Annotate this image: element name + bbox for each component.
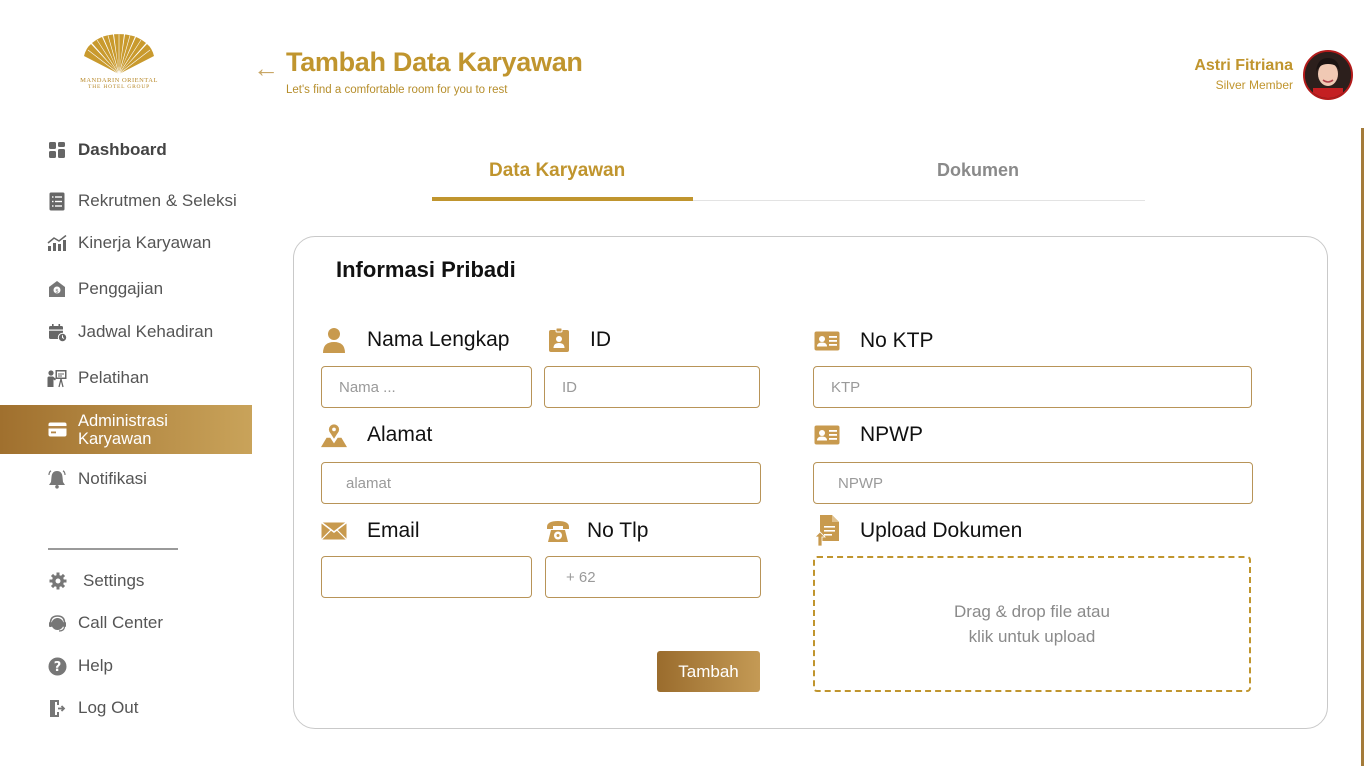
sidebar-item-label: Kinerja Karyawan — [78, 233, 212, 252]
calendar-clock-icon — [47, 322, 67, 342]
sidebar-item-penggajian[interactable]: $ Penggajian — [0, 275, 252, 303]
sidebar-item-jadwal[interactable]: Jadwal Kehadiran — [0, 318, 252, 346]
upload-dropzone[interactable]: Drag & drop file atau klik untuk upload — [813, 556, 1251, 692]
upload-hint-line1: Drag & drop file atau — [954, 602, 1110, 621]
sidebar-item-label: Pelatihan — [78, 368, 149, 387]
sidebar-item-logout[interactable]: Log Out — [0, 694, 252, 722]
page-subtitle: Let's find a comfortable room for you to… — [286, 84, 508, 96]
id-badge-icon — [546, 327, 572, 353]
sidebar-item-label: Log Out — [78, 698, 139, 717]
svg-text:?: ? — [53, 660, 61, 675]
sidebar-item-call-center[interactable]: Call Center — [0, 609, 252, 637]
tab-dokumen[interactable]: Dokumen — [937, 160, 1019, 181]
file-upload-icon — [814, 514, 840, 548]
envelope-icon — [321, 518, 347, 544]
tlp-input[interactable] — [545, 556, 761, 598]
upload-label: Upload Dokumen — [814, 514, 1022, 548]
email-label: Email — [321, 518, 420, 544]
sidebar-item-label: Rekrutmen & Seleksi — [78, 191, 237, 210]
dashboard-grid-icon — [47, 140, 67, 160]
location-person-icon — [321, 422, 347, 448]
upload-label-text: Upload Dokumen — [860, 519, 1023, 542]
sidebar-item-kinerja[interactable]: Kinerja Karyawan — [0, 229, 252, 257]
alamat-label: Alamat — [321, 422, 432, 448]
headset-icon — [47, 613, 67, 633]
user-tier-badge: Silver Member — [1215, 78, 1293, 92]
npwp-label: NPWP — [814, 422, 923, 448]
id-card-icon — [814, 422, 840, 448]
sidebar-divider — [48, 548, 178, 550]
sidebar-item-settings[interactable]: Settings — [0, 567, 252, 595]
tlp-label: No Tlp — [545, 518, 648, 544]
id-label-text: ID — [590, 328, 611, 351]
sidebar: Dashboard Rekrutmen & Seleksi Kinerja Ka… — [0, 0, 252, 766]
email-label-text: Email — [367, 519, 420, 542]
tab-data-karyawan[interactable]: Data Karyawan — [489, 160, 625, 182]
id-label: ID — [546, 327, 611, 353]
scrollbar[interactable] — [1361, 128, 1364, 766]
sidebar-item-help[interactable]: ? Help — [0, 652, 252, 680]
training-board-icon — [47, 368, 67, 388]
svg-text:$: $ — [55, 288, 59, 294]
alamat-label-text: Alamat — [367, 423, 433, 446]
user-name: Astri Fitriana — [1194, 57, 1293, 74]
ktp-label-text: No KTP — [860, 329, 934, 352]
tlp-label-text: No Tlp — [587, 519, 649, 542]
gear-icon — [48, 571, 68, 591]
email-input[interactable] — [321, 556, 532, 598]
sidebar-item-label: Penggajian — [78, 279, 164, 298]
page-title: Tambah Data Karyawan — [286, 47, 583, 77]
sidebar-item-label: Administrasi Karyawan — [78, 411, 168, 448]
chart-trend-icon — [47, 233, 67, 253]
npwp-input[interactable] — [813, 462, 1253, 504]
sidebar-item-rekrutmen[interactable]: Rekrutmen & Seleksi — [0, 187, 252, 215]
sidebar-item-label: Call Center — [78, 613, 164, 632]
card-icon — [47, 420, 67, 440]
list-document-icon — [47, 191, 67, 211]
avatar[interactable] — [1303, 50, 1353, 100]
back-arrow-icon[interactable]: ← — [253, 53, 279, 84]
sidebar-item-label: Help — [78, 656, 113, 675]
sidebar-item-label: Jadwal Kehadiran — [78, 322, 214, 341]
sidebar-item-pelatihan[interactable]: Pelatihan — [0, 364, 252, 392]
ktp-input[interactable] — [813, 366, 1252, 408]
upload-hint-line2: klik untuk upload — [968, 627, 1096, 646]
tambah-button[interactable]: Tambah — [657, 651, 760, 692]
alamat-input[interactable] — [321, 462, 761, 504]
bell-icon — [47, 469, 67, 489]
nama-input[interactable] — [321, 366, 532, 408]
id-input[interactable] — [544, 366, 760, 408]
active-tab-indicator — [432, 197, 693, 201]
id-card-icon — [814, 328, 840, 354]
section-title: Informasi Pribadi — [336, 257, 516, 282]
person-icon — [321, 327, 347, 353]
sidebar-item-administrasi[interactable]: Administrasi Karyawan — [0, 405, 252, 454]
sidebar-item-label: Dashboard — [78, 140, 167, 159]
sidebar-item-notifikasi[interactable]: Notifikasi — [0, 465, 252, 493]
npwp-label-text: NPWP — [860, 423, 923, 446]
ktp-label: No KTP — [814, 328, 934, 354]
telephone-icon — [545, 518, 571, 544]
nama-label-text: Nama Lengkap — [367, 328, 510, 351]
payroll-icon: $ — [47, 279, 67, 299]
sidebar-item-dashboard[interactable]: Dashboard — [0, 136, 252, 164]
nama-label: Nama Lengkap — [321, 327, 509, 353]
tab-bar: Data Karyawan Dokumen — [432, 150, 1145, 201]
logout-icon — [47, 698, 67, 718]
question-icon: ? — [47, 656, 67, 676]
sidebar-item-label: Notifikasi — [78, 469, 147, 488]
sidebar-item-label: Settings — [83, 571, 145, 590]
